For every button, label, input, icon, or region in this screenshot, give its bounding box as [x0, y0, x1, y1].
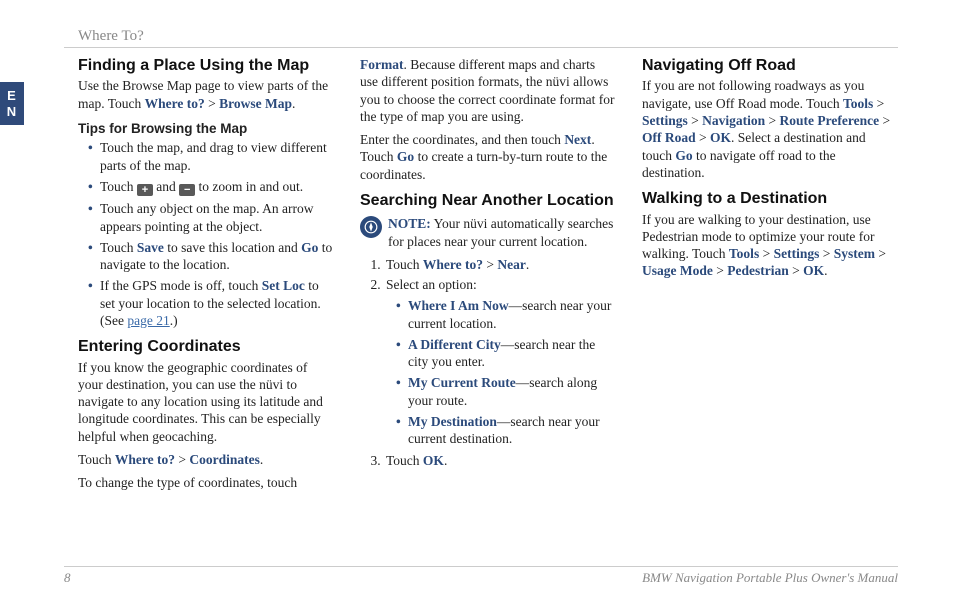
step-item: Select an option: Where I Am Now—search … — [384, 276, 616, 447]
option-item: A Different City—search near the city yo… — [396, 336, 616, 371]
search-options: Where I Am Now—search near your current … — [386, 297, 616, 447]
lang-line-2: N — [0, 104, 24, 120]
label-go: Go — [301, 240, 318, 255]
manual-page: E N Where To? Finding a Place Using the … — [0, 0, 954, 608]
breadcrumb: Where To? — [64, 28, 898, 48]
tip-item: Touch the map, and drag to view differen… — [88, 139, 334, 174]
entering-p3: To change the type of coordinates, touch — [78, 474, 334, 491]
tip-item: Touch any object on the map. An arrow ap… — [88, 200, 334, 235]
entering-p1: If you know the geographic coordinates o… — [78, 359, 334, 445]
page-footer: 8 BMW Navigation Portable Plus Owner's M… — [64, 566, 898, 586]
heading-tips: Tips for Browsing the Map — [78, 120, 334, 137]
note-block: NOTE: Your nüvi automatically searches f… — [360, 215, 616, 250]
doc-title: BMW Navigation Portable Plus Owner's Man… — [642, 570, 898, 586]
entering-p4: Enter the coordinates, and then touch Ne… — [360, 131, 616, 183]
tips-list: Touch the map, and drag to view differen… — [78, 139, 334, 329]
content-columns: Finding a Place Using the Map Use the Br… — [78, 56, 898, 556]
tip-item: If the GPS mode is off, touch Set Loc to… — [88, 277, 334, 329]
note-text: NOTE: Your nüvi automatically searches f… — [388, 215, 616, 250]
link-browse-map: Browse Map — [219, 96, 292, 111]
step-item: Touch Where to? > Near. — [384, 256, 616, 273]
label-set-loc: Set Loc — [262, 278, 305, 293]
heading-searching-near: Searching Near Another Location — [360, 191, 616, 211]
page-number: 8 — [64, 570, 71, 586]
compass-icon — [364, 220, 378, 234]
step-item: Touch OK. — [384, 452, 616, 469]
walking-block: Walking to a Destination If you are walk… — [642, 189, 898, 280]
offroad-text: If you are not following roadways as you… — [642, 77, 898, 181]
lang-line-1: E — [0, 88, 24, 104]
entering-p2: Touch Where to? > Coordinates. — [78, 451, 334, 468]
note-icon — [360, 216, 382, 238]
heading-finding-map: Finding a Place Using the Map — [78, 56, 334, 76]
offroad-block: Navigating Off Road If you are not follo… — [642, 56, 898, 181]
option-item: Where I Am Now—search near your current … — [396, 297, 616, 332]
tip-item: Touch Save to save this location and Go … — [88, 239, 334, 274]
finding-map-intro: Use the Browse Map page to view parts of… — [78, 77, 334, 112]
heading-walking: Walking to a Destination — [642, 189, 898, 209]
heading-entering-coords: Entering Coordinates — [78, 337, 334, 357]
option-item: My Destination—search near your current … — [396, 413, 616, 448]
search-steps: Touch Where to? > Near. Select an option… — [360, 256, 616, 469]
link-where-to: Where to? — [145, 96, 205, 111]
label-save: Save — [137, 240, 164, 255]
zoom-out-icon: − — [179, 184, 195, 196]
option-item: My Current Route—search along your route… — [396, 374, 616, 409]
zoom-in-icon: + — [137, 184, 153, 196]
page-21-link[interactable]: page 21 — [127, 313, 169, 328]
language-tab: E N — [0, 82, 24, 125]
walking-text: If you are walking to your destination, … — [642, 211, 898, 280]
entering-p3b: Format. Because different maps and chart… — [360, 56, 616, 125]
tip-item: Touch + and − to zoom in and out. — [88, 178, 334, 197]
heading-offroad: Navigating Off Road — [642, 56, 898, 76]
